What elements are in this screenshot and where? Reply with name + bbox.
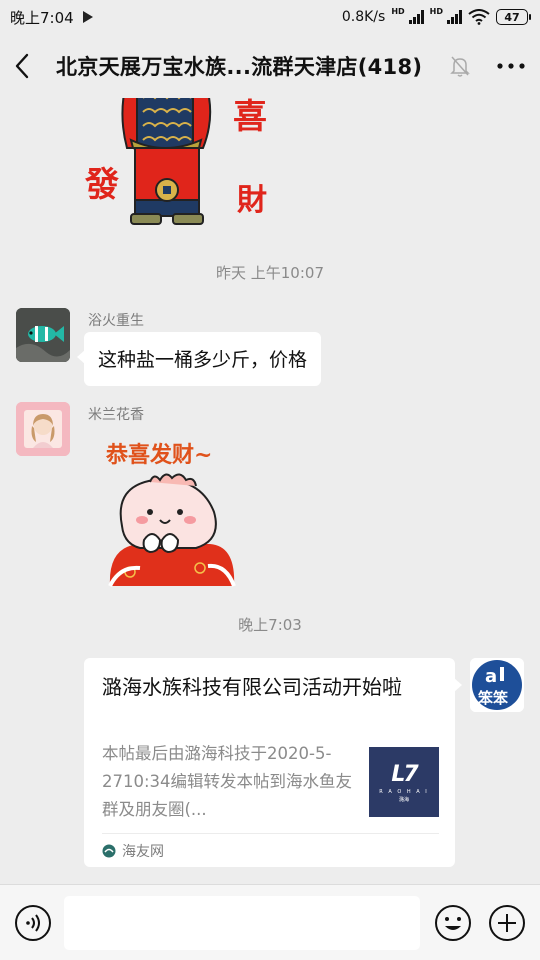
avatar-sender-1[interactable] [16, 308, 70, 362]
self-avatar-image: a 笨笨 [470, 658, 524, 712]
link-card[interactable]: 潞海水族科技有限公司活动开始啦 本帖最后由潞海科技于2020-5-2710:34… [84, 658, 462, 867]
chat-header: 北京天展万宝水族...流群天津店(418) [0, 34, 540, 98]
voice-icon [15, 904, 51, 941]
message-text-1: 这种盐一桶多少斤，价格 [98, 349, 308, 371]
dinosaur-sticker-image: 恭喜发财~ [105, 442, 236, 587]
source-logo-icon [102, 844, 116, 857]
back-button[interactable] [14, 46, 44, 86]
status-time: 晚上7:04 [10, 8, 74, 27]
sticker-fortune-god[interactable]: 發 喜 財 [84, 98, 285, 238]
timestamp-1: 昨天 上午10:07 [216, 264, 324, 282]
network-speed: 0.8K/s [341, 9, 386, 25]
more-icon [497, 63, 525, 69]
card-thumbnail: L7 R A O H A I 潞海 [369, 747, 439, 817]
fortune-god-image: 發 喜 財 [84, 98, 267, 225]
hd-label-1: HD [391, 6, 405, 16]
emoji-button[interactable] [434, 904, 472, 942]
signal-icon-1 [408, 10, 424, 24]
card-description: 本帖最后由潞海科技于2020-5-2710:34编辑转发本帖到海水鱼友群及朋友圈… [102, 744, 353, 819]
self-avatar-text: 笨笨 [478, 689, 509, 707]
wifi-icon [468, 9, 490, 25]
thumb-sub: R A O H A I [379, 788, 429, 795]
signal-icon-2 [447, 10, 462, 24]
avatar-self[interactable]: a 笨笨 [470, 658, 524, 712]
back-arrow-icon [15, 53, 29, 79]
clownfish-avatar-image [16, 308, 70, 362]
sticker-char-xi: 喜 [233, 98, 267, 137]
card-source-name: 海友网 [122, 843, 164, 860]
timestamp-2: 晚上7:03 [238, 616, 302, 634]
more-button[interactable] [496, 63, 526, 69]
emoji-icon [435, 904, 471, 941]
card-source: 海友网 [102, 833, 439, 867]
sticker-char-cai: 財 [237, 183, 267, 218]
avatar-sender-2[interactable] [16, 402, 70, 456]
message-bubble-1[interactable]: 这种盐一桶多少斤，价格 [76, 332, 322, 386]
thumb-logo: L7 [391, 761, 418, 787]
hd-label-2: HD [429, 6, 443, 16]
plus-button[interactable] [488, 904, 526, 942]
svg-text:a: a [485, 666, 497, 687]
mute-indicator [446, 55, 474, 77]
play-icon [82, 11, 93, 23]
voice-button[interactable] [14, 904, 52, 942]
mute-bell-icon [450, 56, 470, 77]
thumb-sub2: 潞海 [398, 796, 409, 803]
sender-name-2: 米兰花香 [88, 407, 144, 423]
message-input[interactable] [64, 895, 420, 950]
sticker-caption: 恭喜发财~ [105, 442, 212, 468]
girl-avatar-image [16, 402, 70, 456]
sticker-gongxi-facai[interactable]: 恭喜发财~ [100, 436, 250, 588]
sticker-char-fa: 發 [85, 165, 119, 205]
status-bar: 晚上7:04 0.8K/s HD HD 47 [0, 0, 540, 34]
battery-indicator: 47 [496, 9, 531, 25]
plus-icon [489, 904, 525, 941]
chat-title: 北京天展万宝水族...流群天津店(418) [56, 55, 423, 79]
card-title: 潞海水族科技有限公司活动开始啦 [102, 675, 402, 699]
input-bar [0, 884, 540, 960]
sender-name-1: 浴火重生 [88, 313, 144, 329]
chat-area[interactable]: 發 喜 財 昨天 上午10:07 浴火重生 这种盐一桶多少斤，价格 米兰花香 恭… [0, 98, 540, 884]
